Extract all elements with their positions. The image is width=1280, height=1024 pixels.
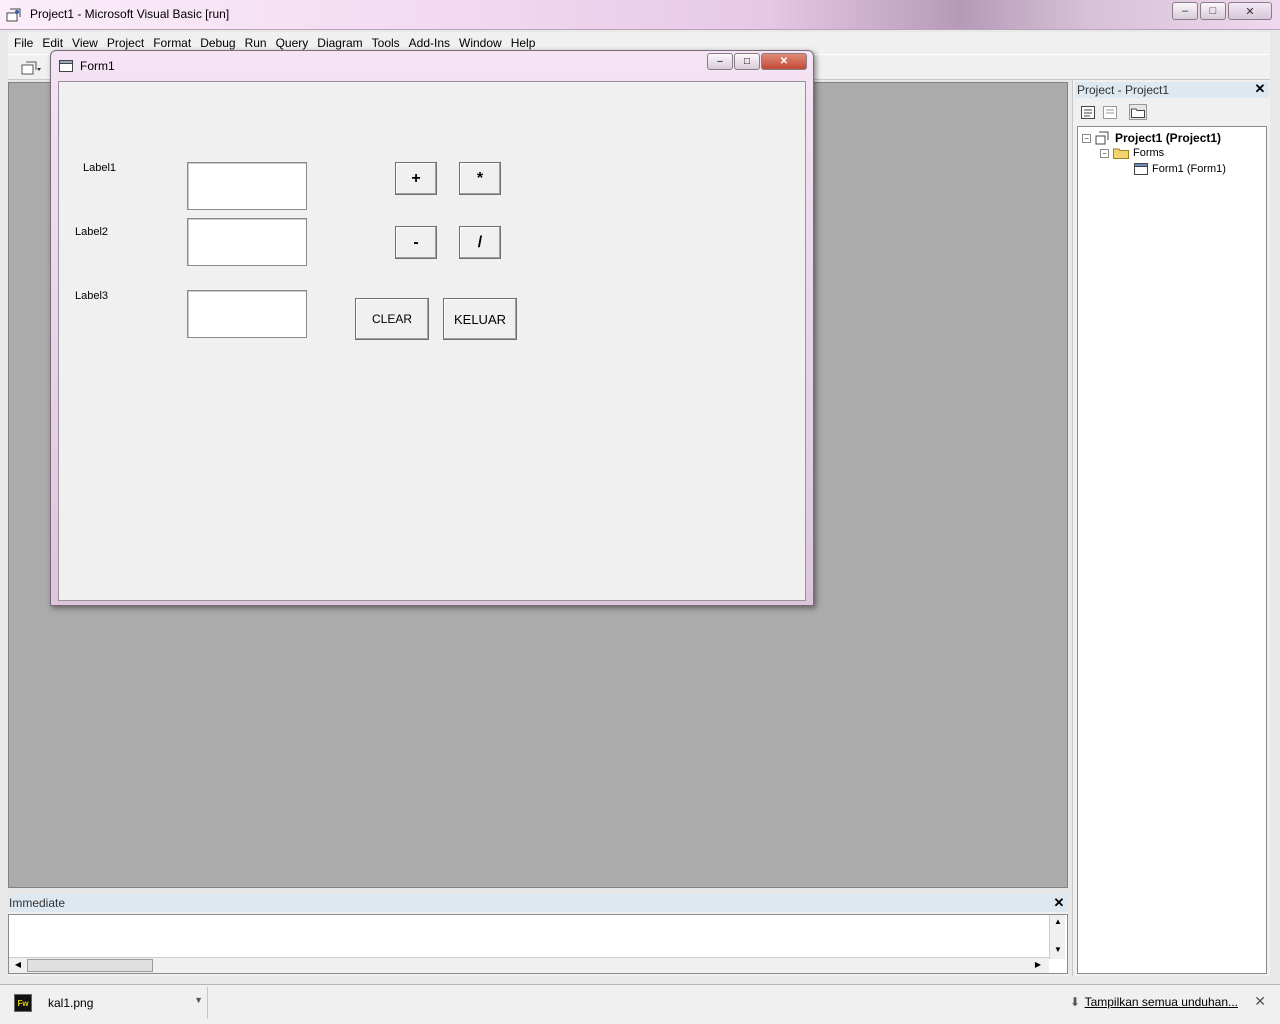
menu-view[interactable]: View bbox=[72, 36, 98, 50]
horizontal-scrollbar[interactable]: ◀ ▶ bbox=[9, 957, 1049, 973]
immediate-input[interactable]: ▲ ▼ ◀ ▶ bbox=[8, 914, 1068, 974]
tree-label-form1: Form1 (Form1) bbox=[1152, 163, 1226, 175]
menu-project[interactable]: Project bbox=[107, 36, 144, 50]
scroll-thumb[interactable] bbox=[27, 959, 153, 972]
menu-help[interactable]: Help bbox=[511, 36, 536, 50]
menu-debug[interactable]: Debug bbox=[200, 36, 235, 50]
download-bar: Fw kal1.png ▼ ⬇ Tampilkan semua unduhan.… bbox=[0, 984, 1280, 1024]
menu-format[interactable]: Format bbox=[153, 36, 191, 50]
tree-node-forms[interactable]: − Forms bbox=[1100, 147, 1164, 159]
scroll-down-icon[interactable]: ▼ bbox=[1050, 943, 1066, 957]
text2-field[interactable] bbox=[187, 218, 307, 266]
project-icon bbox=[1095, 131, 1109, 145]
tree-node-project[interactable]: − Project1 (Project1) bbox=[1082, 131, 1221, 145]
immediate-close-icon[interactable]: ✕ bbox=[1052, 896, 1066, 910]
window-title: Project1 - Microsoft Visual Basic [run] bbox=[30, 7, 230, 21]
tree-label-project: Project1 (Project1) bbox=[1115, 131, 1222, 145]
visual-basic-icon bbox=[6, 8, 21, 22]
form1-client-area: Label1 Label2 Label3 + * - / CLEAR KELUA… bbox=[58, 81, 806, 601]
form1-maximize-button[interactable]: □ bbox=[734, 53, 760, 70]
download-arrow-icon: ⬇ bbox=[1069, 995, 1080, 1009]
project-explorer-title: Project - Project1 bbox=[1075, 82, 1269, 98]
close-icon: ✕ bbox=[779, 56, 789, 67]
scroll-right-icon[interactable]: ▶ bbox=[1031, 958, 1045, 972]
download-file-name: kal1.png bbox=[48, 996, 94, 1010]
toggle-folders-icon[interactable] bbox=[1129, 104, 1147, 120]
clear-button[interactable]: CLEAR bbox=[355, 298, 429, 340]
form1-close-button[interactable]: ✕ bbox=[761, 53, 807, 70]
subtract-button[interactable]: - bbox=[395, 226, 437, 259]
collapse-icon[interactable]: − bbox=[1082, 133, 1091, 143]
menu-add-ins[interactable]: Add-Ins bbox=[409, 36, 450, 50]
fireworks-file-icon: Fw bbox=[14, 994, 32, 1012]
maximize-icon: □ bbox=[1209, 5, 1217, 17]
menu-diagram[interactable]: Diagram bbox=[317, 36, 362, 50]
minimize-icon: – bbox=[717, 56, 723, 67]
form1-controls: – □ ✕ bbox=[707, 53, 807, 70]
tree-node-form1[interactable]: Form1 (Form1) bbox=[1134, 163, 1226, 175]
project-tree: − Project1 (Project1) − Forms Form1 (For… bbox=[1077, 126, 1267, 974]
maximize-button[interactable]: □ bbox=[1200, 2, 1226, 20]
download-bar-close-icon[interactable]: ✕ bbox=[1254, 993, 1266, 1010]
immediate-window: Immediate ✕ ▲ ▼ ◀ ▶ bbox=[8, 894, 1068, 976]
form-icon bbox=[59, 60, 73, 72]
scroll-up-icon[interactable]: ▲ bbox=[1050, 915, 1066, 929]
chevron-down-icon[interactable]: ▼ bbox=[194, 995, 203, 1005]
add-button[interactable]: + bbox=[395, 162, 437, 195]
menu-window[interactable]: Window bbox=[459, 36, 502, 50]
menu-tools[interactable]: Tools bbox=[372, 36, 400, 50]
divide-button[interactable]: / bbox=[459, 226, 501, 259]
project-explorer-close-icon[interactable]: ✕ bbox=[1253, 82, 1267, 96]
text3-field[interactable] bbox=[187, 290, 307, 338]
multiply-button[interactable]: * bbox=[459, 162, 501, 195]
view-object-icon[interactable] bbox=[1101, 104, 1119, 120]
tree-label-forms: Forms bbox=[1133, 147, 1165, 159]
menu-query[interactable]: Query bbox=[276, 36, 309, 50]
immediate-title: Immediate bbox=[8, 894, 1068, 912]
project-explorer: Project - Project1 ✕ − Project1 (Project… bbox=[1072, 80, 1270, 976]
maximize-icon: □ bbox=[743, 56, 751, 67]
view-code-icon[interactable] bbox=[1079, 104, 1097, 120]
menu-file[interactable]: File bbox=[14, 36, 33, 50]
scroll-left-icon[interactable]: ◀ bbox=[11, 958, 25, 972]
form-icon bbox=[1134, 163, 1148, 175]
exit-button[interactable]: KELUAR bbox=[443, 298, 517, 340]
collapse-icon[interactable]: − bbox=[1100, 148, 1109, 158]
close-button[interactable]: ✕ bbox=[1228, 2, 1272, 20]
form1-title: Form1 bbox=[80, 59, 115, 73]
menu-run[interactable]: Run bbox=[245, 36, 267, 50]
minimize-icon: – bbox=[1181, 5, 1189, 17]
minimize-button[interactable]: – bbox=[1172, 2, 1198, 20]
label1: Label1 bbox=[83, 162, 117, 174]
main-title-bar: Project1 - Microsoft Visual Basic [run] … bbox=[0, 0, 1280, 30]
window-controls: – □ ✕ bbox=[1172, 2, 1272, 20]
download-item[interactable]: Fw kal1.png ▼ bbox=[6, 987, 208, 1019]
vertical-scrollbar[interactable]: ▲ ▼ bbox=[1049, 915, 1065, 959]
show-all-downloads-link[interactable]: Tampilkan semua unduhan... bbox=[1085, 995, 1238, 1009]
label3: Label3 bbox=[75, 290, 109, 302]
project-explorer-tools bbox=[1075, 100, 1269, 124]
menu-edit[interactable]: Edit bbox=[42, 36, 63, 50]
text1-field[interactable] bbox=[187, 162, 307, 210]
label2: Label2 bbox=[75, 226, 109, 238]
add-project-icon[interactable] bbox=[20, 59, 42, 77]
form1-window: Form1 – □ ✕ Label1 Label2 Label3 + * - /… bbox=[50, 50, 814, 606]
form1-minimize-button[interactable]: – bbox=[707, 53, 733, 70]
folder-icon bbox=[1113, 148, 1129, 159]
close-icon: ✕ bbox=[1245, 5, 1255, 18]
